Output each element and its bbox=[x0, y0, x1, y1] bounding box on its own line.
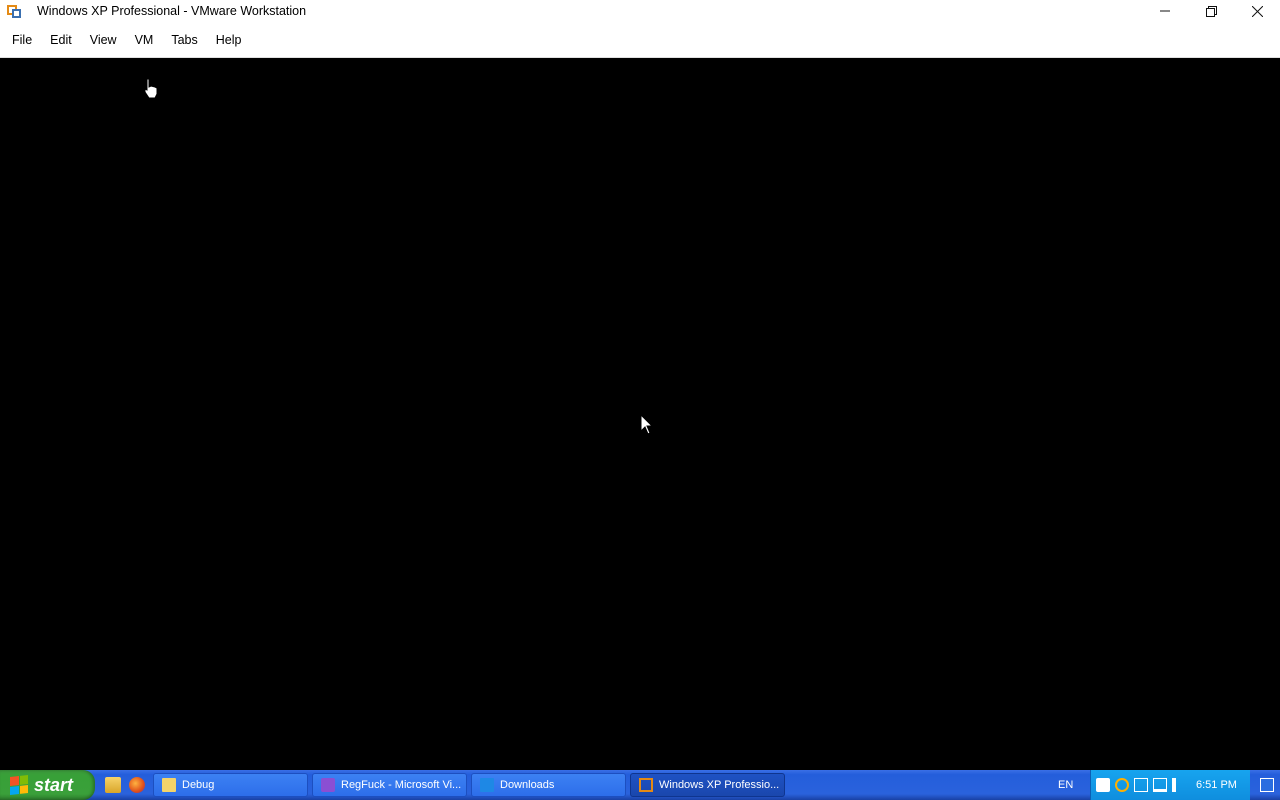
quick-launch bbox=[105, 777, 145, 793]
start-button[interactable]: start bbox=[0, 770, 95, 800]
visual-studio-icon bbox=[321, 778, 335, 792]
volume-icon[interactable] bbox=[1172, 778, 1186, 792]
menu-help[interactable]: Help bbox=[210, 33, 248, 47]
title-bar[interactable]: Windows XP Professional - VMware Worksta… bbox=[0, 0, 1280, 22]
menu-bar: File Edit View VM Tabs Help bbox=[0, 22, 1280, 58]
taskbar-button-visual-studio[interactable]: RegFuck - Microsoft Vi... bbox=[312, 773, 467, 797]
folder-icon bbox=[162, 778, 176, 792]
language-indicator[interactable]: EN bbox=[1058, 770, 1073, 800]
vmware-icon bbox=[639, 778, 653, 792]
window-controls bbox=[1142, 0, 1280, 22]
hand-cursor-icon bbox=[144, 78, 158, 99]
menu-vm[interactable]: VM bbox=[129, 33, 160, 47]
taskbar-button-debug[interactable]: Debug bbox=[153, 773, 308, 797]
desktop-icon bbox=[1260, 778, 1274, 792]
window-title: Windows XP Professional - VMware Worksta… bbox=[37, 4, 307, 18]
task-label: Windows XP Professio... bbox=[659, 779, 780, 791]
restore-icon bbox=[1205, 5, 1217, 17]
download-folder-icon bbox=[480, 778, 494, 792]
display-icon[interactable] bbox=[1134, 778, 1148, 792]
clock[interactable]: 6:51 PM bbox=[1196, 779, 1237, 791]
task-label: RegFuck - Microsoft Vi... bbox=[341, 779, 462, 791]
task-label: Debug bbox=[182, 779, 215, 791]
task-label: Downloads bbox=[500, 779, 555, 791]
vmware-icon[interactable] bbox=[7, 3, 23, 19]
network-icon[interactable] bbox=[1153, 778, 1167, 792]
restore-button[interactable] bbox=[1188, 0, 1234, 22]
menu-edit[interactable]: Edit bbox=[44, 33, 78, 47]
firefox-icon[interactable] bbox=[129, 777, 145, 793]
file-explorer-icon[interactable] bbox=[105, 777, 121, 793]
windows-logo-icon bbox=[10, 775, 28, 795]
start-label: start bbox=[34, 774, 74, 795]
minimize-button[interactable] bbox=[1142, 0, 1188, 22]
taskbar-button-downloads[interactable]: Downloads bbox=[471, 773, 626, 797]
taskbar-button-vmware[interactable]: Windows XP Professio... bbox=[630, 773, 785, 797]
show-desktop-button[interactable] bbox=[1254, 770, 1280, 800]
security-shield-icon[interactable] bbox=[1096, 778, 1110, 792]
arrow-cursor-icon bbox=[640, 414, 654, 435]
search-icon[interactable] bbox=[1115, 778, 1129, 792]
menu-view[interactable]: View bbox=[84, 33, 123, 47]
close-button[interactable] bbox=[1234, 0, 1280, 22]
minimize-icon bbox=[1160, 10, 1170, 12]
menu-file[interactable]: File bbox=[6, 33, 38, 47]
system-tray: 6:51 PM bbox=[1090, 770, 1250, 800]
close-icon bbox=[1251, 5, 1263, 17]
menu-tabs[interactable]: Tabs bbox=[165, 33, 203, 47]
taskbar: start Debug RegFuck - Microsoft Vi... Do… bbox=[0, 770, 1280, 800]
